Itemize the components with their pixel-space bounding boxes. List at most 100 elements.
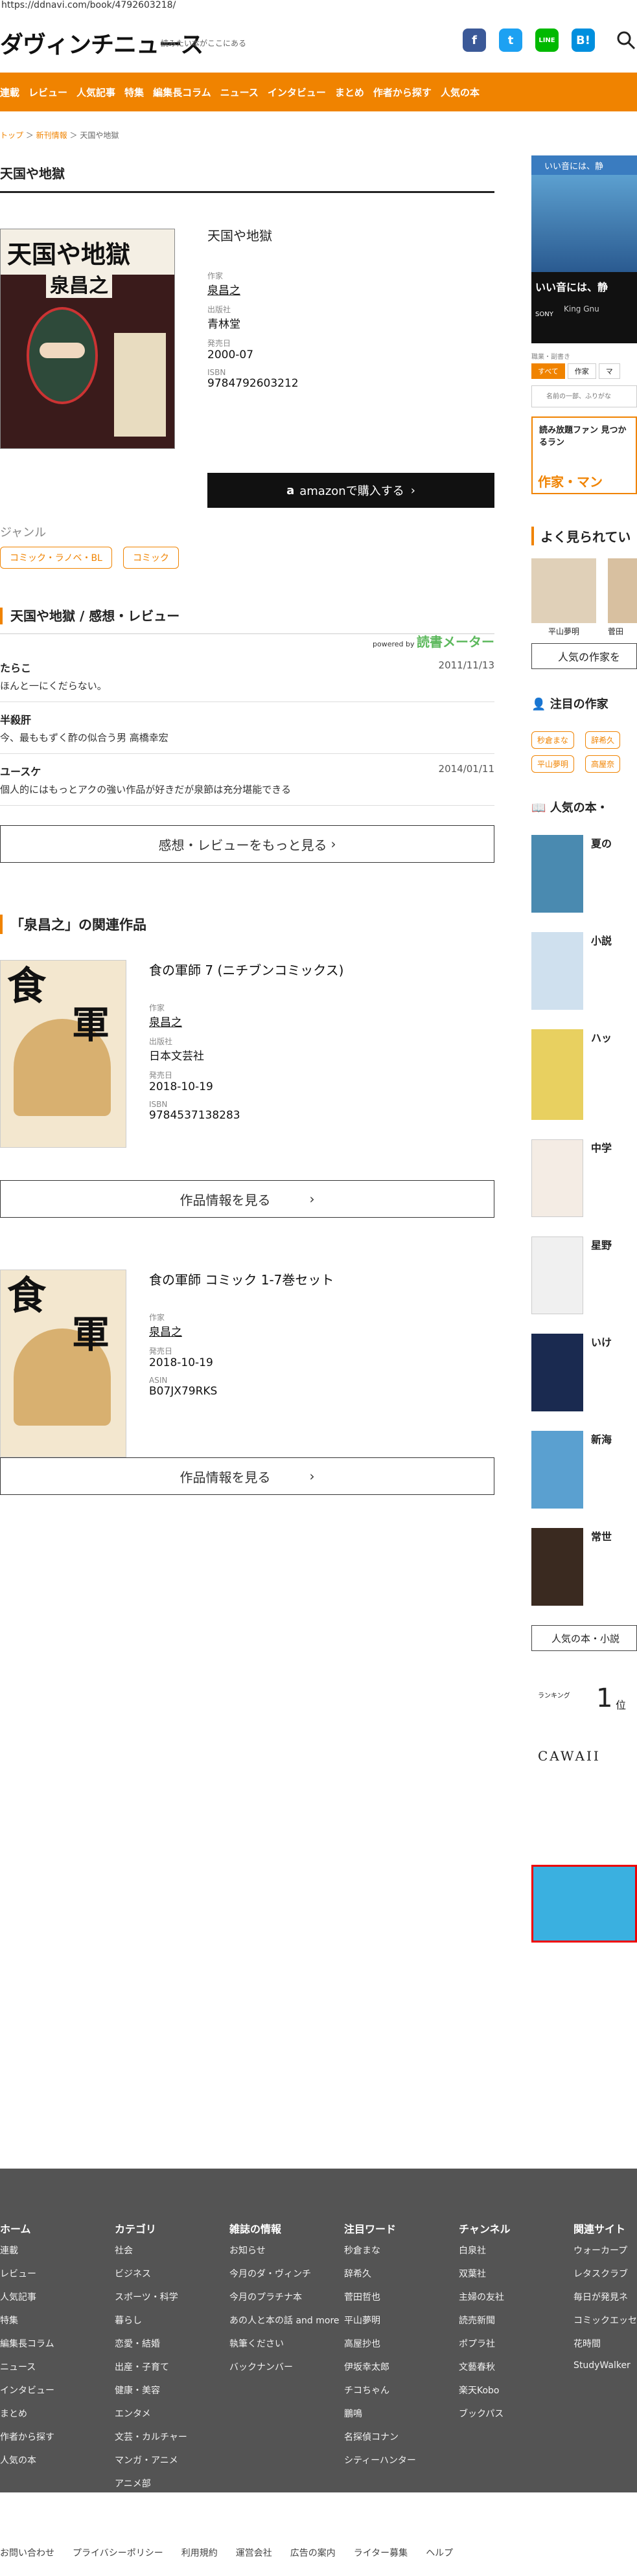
footer-link[interactable]: 健康・美容 [115, 2384, 187, 2397]
footer-link[interactable]: 白泉社 [459, 2244, 511, 2257]
nav-item-matome[interactable]: まとめ [335, 85, 373, 99]
nav-item-news[interactable]: ニュース [220, 85, 268, 99]
bottom-link-ads[interactable]: 広告の案内 [290, 2546, 336, 2559]
footer-link[interactable]: エンタメ [115, 2407, 187, 2420]
footer-link[interactable]: 人気記事 [0, 2290, 54, 2303]
book-cover[interactable]: 天国や地獄 泉昌之 [0, 229, 175, 449]
footer-link[interactable]: コミックエッセ [573, 2314, 637, 2327]
bottom-link-privacy[interactable]: プライバシーポリシー [73, 2546, 163, 2559]
genre-tag[interactable]: コミック・ラノベ・BL [0, 547, 112, 569]
popular-book-item[interactable]: 新海 [531, 1431, 637, 1515]
popular-book-item[interactable]: 中学 [531, 1139, 637, 1224]
footer-link[interactable]: 暮らし [115, 2314, 187, 2327]
footer-link[interactable]: お知らせ [229, 2244, 340, 2257]
popular-books-more[interactable]: 人気の本・小説 [531, 1625, 637, 1651]
nav-item-interview[interactable]: インタビュー [268, 85, 335, 99]
sidebar-bottom-ad[interactable] [531, 1865, 637, 1943]
popular-book-item[interactable]: 小説 [531, 932, 637, 1016]
footer-link[interactable]: 辞希久 [344, 2267, 416, 2280]
footer-link[interactable]: 文芸・カルチャー [115, 2430, 187, 2443]
sidebar-banner[interactable]: 読み放題ファン 見つかるラン 作家・マン [531, 416, 637, 494]
facebook-icon[interactable]: f [463, 28, 486, 52]
nav-item-column[interactable]: 編集長コラム [153, 85, 220, 99]
footer-link[interactable]: 執筆ください [229, 2337, 340, 2350]
footer-link[interactable]: ウォーカープ [573, 2244, 637, 2257]
footer-link[interactable]: ニュース [0, 2360, 54, 2373]
footer-link[interactable]: あの人と本の話 and more [229, 2314, 340, 2327]
footer-link[interactable]: 高屋抄也 [344, 2337, 416, 2350]
breadcrumb-top[interactable]: トップ [0, 131, 23, 140]
popular-authors-more[interactable]: 人気の作家を [531, 643, 637, 669]
footer-link[interactable]: 毎日が発見ネ [573, 2290, 637, 2303]
popular-author[interactable]: 菅田 [608, 558, 637, 637]
footer-link[interactable]: 出産・子育て [115, 2360, 187, 2373]
footer-link[interactable]: レビュー [0, 2267, 54, 2280]
popular-book-item[interactable]: ハッ [531, 1029, 637, 1126]
footer-heading[interactable]: カテゴリ [115, 2220, 187, 2236]
popular-author[interactable]: 平山夢明 [531, 558, 596, 637]
footer-link[interactable]: StudyWalker [573, 2360, 637, 2371]
footer-heading[interactable]: ホーム [0, 2220, 54, 2236]
footer-link[interactable]: 作者から探す [0, 2430, 54, 2443]
filter-tab-author[interactable]: 作家 [567, 363, 596, 379]
footer-link[interactable]: 鵬鳴 [344, 2407, 416, 2420]
ranking-ad[interactable]: ランキング 1 位 CAWAII [531, 1677, 637, 1839]
view-book-button[interactable]: 作品情報を見る › [0, 1180, 494, 1218]
bookmeter-logo[interactable]: 読書メーター [417, 634, 494, 650]
footer-link[interactable]: 今月のプラチナ本 [229, 2290, 340, 2303]
footer-link[interactable]: 文藝春秋 [459, 2360, 511, 2373]
breadcrumb-new[interactable]: 新刊情報 [36, 131, 67, 140]
footer-link[interactable]: 読売新聞 [459, 2314, 511, 2327]
footer-link[interactable]: レタスクラブ [573, 2267, 637, 2280]
footer-heading[interactable]: 関連サイト [573, 2220, 637, 2236]
footer-link[interactable]: 菅田哲也 [344, 2290, 416, 2303]
bottom-link-help[interactable]: ヘルプ [426, 2546, 453, 2559]
popular-book-item[interactable]: 常世 [531, 1528, 637, 1612]
footer-link[interactable]: アニメ部 [115, 2477, 187, 2490]
hatena-icon[interactable]: B! [572, 28, 595, 52]
footer-link[interactable]: 連載 [0, 2244, 54, 2257]
nav-item-serial[interactable]: 連載 [0, 85, 29, 99]
footer-link[interactable]: 双葉社 [459, 2267, 511, 2280]
footer-link[interactable]: 楽天Kobo [459, 2384, 511, 2397]
attention-tag[interactable]: 高屋奈 [585, 755, 621, 773]
footer-link[interactable]: 今月のダ・ヴィンチ [229, 2267, 340, 2280]
related-book-title[interactable]: 食の軍師 コミック 1-7巻セット [149, 1270, 492, 1288]
footer-heading[interactable]: チャンネル [459, 2220, 511, 2236]
line-icon[interactable]: LINE [535, 28, 559, 52]
footer-link[interactable]: 花時間 [573, 2337, 637, 2350]
twitter-icon[interactable]: t [499, 28, 522, 52]
nav-item-author-search[interactable]: 作者から探す [373, 85, 441, 99]
genre-tag[interactable]: コミック [122, 547, 179, 569]
footer-heading[interactable]: 雑誌の情報 [229, 2220, 340, 2236]
bottom-link-writers[interactable]: ライター募集 [354, 2546, 408, 2559]
footer-link[interactable]: 特集 [0, 2314, 54, 2327]
popular-book-item[interactable]: いけ [531, 1334, 637, 1418]
related-book-title[interactable]: 食の軍師 7 (ニチブンコミックス) [149, 960, 492, 979]
author-link[interactable]: 泉昌之 [149, 1323, 492, 1339]
footer-link[interactable]: 伊坂幸太郎 [344, 2360, 416, 2373]
footer-link[interactable]: 主婦の友社 [459, 2290, 511, 2303]
footer-heading[interactable]: 注目ワード [344, 2220, 416, 2236]
review-item[interactable]: 2014/01/11 ユースケ 個人的にはもっとアクの強い作品が好きだが泉節は充… [0, 754, 494, 806]
footer-link[interactable]: 人気の本 [0, 2454, 54, 2467]
related-book-cover[interactable]: 食 軍 [0, 960, 126, 1148]
author-link[interactable]: 泉昌之 [207, 281, 492, 297]
attention-tag[interactable]: 辞希久 [585, 731, 621, 749]
bottom-link-company[interactable]: 運営会社 [236, 2546, 272, 2559]
footer-link[interactable]: まとめ [0, 2407, 54, 2420]
footer-link[interactable]: バックナンバー [229, 2360, 340, 2373]
filter-tab-all[interactable]: すべて [531, 363, 565, 379]
review-item[interactable]: 半殺肝 今、最ももずく酢の似合う男 高橋幸宏 [0, 702, 494, 754]
footer-link[interactable]: マンガ・アニメ [115, 2454, 187, 2467]
footer-link[interactable]: 恋愛・結婚 [115, 2337, 187, 2350]
author-search-input[interactable] [531, 385, 637, 407]
nav-item-popular-books[interactable]: 人気の本 [441, 85, 489, 99]
related-book-cover[interactable]: 食 軍 [0, 1270, 126, 1457]
bottom-link-terms[interactable]: 利用規約 [181, 2546, 218, 2559]
footer-link[interactable]: 名探偵コナン [344, 2430, 416, 2443]
filter-tab-manga[interactable]: マ [598, 363, 620, 379]
footer-link[interactable]: シティーハンター [344, 2454, 416, 2467]
attention-tag[interactable]: 平山夢明 [531, 755, 575, 773]
footer-link[interactable]: ビジネス [115, 2267, 187, 2280]
